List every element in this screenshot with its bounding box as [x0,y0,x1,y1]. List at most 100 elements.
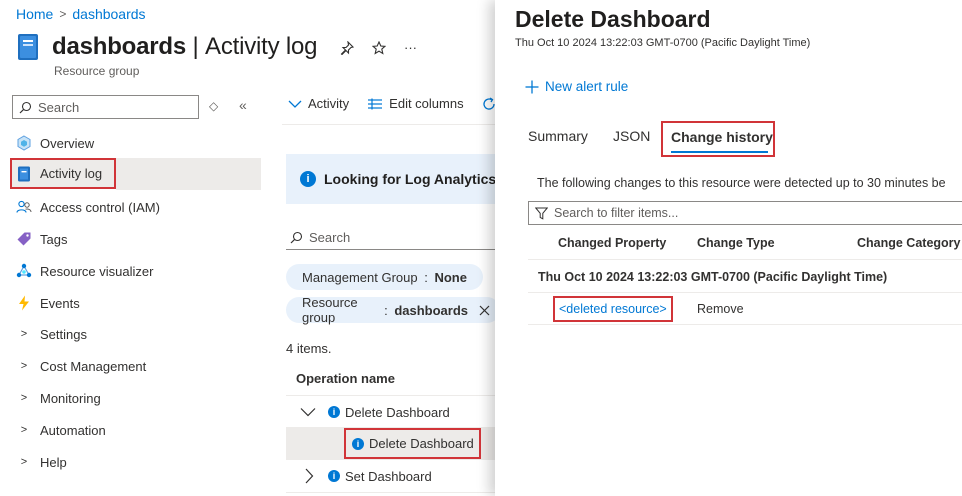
info-icon: i [328,406,340,418]
row-divider [528,292,962,293]
breadcrumb-current-link[interactable]: dashboards [72,6,145,22]
pin-icon[interactable] [340,40,354,55]
activity-button-label: Activity [308,96,350,111]
panel-timestamp: Thu Oct 10 2024 13:22:03 GMT-0700 (Pacif… [515,37,811,49]
operation-name: Delete Dashboard [369,436,474,451]
tab-json[interactable]: JSON [613,128,650,144]
table-row-selected[interactable]: i Delete Dashboard [344,428,481,459]
activity-search-input[interactable]: Search [286,226,500,250]
sidebar-item-automation[interactable]: > Automation [12,414,261,446]
new-alert-rule-button[interactable]: New alert rule [525,79,628,94]
columns-icon [367,98,383,110]
chevron-right-icon: > [20,328,28,340]
expand-collapse-icon[interactable]: ◇ [209,99,218,113]
page-title: dashboards | Activity log [52,33,318,61]
toolbar-divider [282,124,500,125]
visualizer-icon [16,263,32,279]
sidebar-item-label: Automation [40,422,106,438]
change-group-header: Thu Oct 10 2024 13:22:03 GMT-0700 (Pacif… [538,270,888,284]
chevron-right-icon[interactable] [304,468,314,484]
command-bar: Activity Edit columns [288,96,496,111]
table-row[interactable]: i Delete Dashboard [286,396,500,428]
resource-group-icon [16,33,40,61]
row-divider [286,492,500,493]
sidebar-item-help[interactable]: > Help [12,446,261,478]
sidebar-item-label: Cost Management [40,358,147,374]
sidebar-item-tags[interactable]: Tags [12,223,261,255]
selected-row-background [116,158,261,190]
page-title-resource: dashboards [52,33,187,60]
sidebar-item-overview[interactable]: Overview [12,127,261,159]
panel-title: Delete Dashboard [515,6,711,32]
info-icon: i [328,470,340,482]
breadcrumb-home-link[interactable]: Home [16,6,53,22]
collapse-menu-icon[interactable]: « [239,97,247,113]
sidebar-search-placeholder: Search [38,99,80,115]
chevron-right-icon: > [20,392,28,404]
edit-columns-label: Edit columns [389,96,464,111]
sidebar-item-label: Monitoring [40,390,101,406]
banner-text: Looking for Log Analytics? [324,171,500,187]
sidebar-item-label: Overview [40,135,95,151]
active-tab-underline [671,151,768,153]
refresh-button[interactable] [482,96,496,111]
tab-summary[interactable]: Summary [528,128,588,144]
deleted-resource-link[interactable]: <deleted resource> [553,296,673,322]
header-divider [528,259,962,260]
sidebar-item-events[interactable]: Events [12,287,261,319]
remove-filter-icon[interactable] [479,305,490,316]
change-history-description: The following changes to this resource w… [537,176,946,190]
chevron-right-icon: > [20,360,28,372]
table-row[interactable]: i Set Dashboard [286,460,500,492]
filter-key: Management Group [302,269,418,285]
column-header-change-category[interactable]: Change Category [857,236,961,250]
chevron-down-icon [288,99,302,109]
change-type-value: Remove [697,302,744,316]
sidebar-item-cost-management[interactable]: > Cost Management [12,350,261,382]
sidebar-item-settings[interactable]: > Settings [12,318,261,350]
sidebar-search-input[interactable]: Search [12,95,199,119]
page-header: dashboards | Activity log [16,33,318,61]
more-options-icon[interactable]: ··· [404,40,417,55]
filter-colon: : [380,302,392,318]
refresh-icon [482,96,496,111]
info-icon: i [352,437,364,450]
log-analytics-banner[interactable]: i Looking for Log Analytics? [286,154,500,204]
row-divider [528,324,962,325]
plus-icon [525,80,539,94]
page-subtitle: Resource group [54,64,140,78]
filter-pill-management-group[interactable]: Management Group : None [286,264,483,290]
search-icon [19,101,32,114]
tab-change-history[interactable]: Change history [661,121,775,157]
change-filter-placeholder: Search to filter items... [554,206,679,220]
info-icon: i [300,171,316,187]
tab-change-history-label: Change history [671,129,773,145]
activity-log-icon [16,166,32,182]
sidebar-item-label: Activity log [40,166,103,181]
page-title-divider: | [192,33,199,60]
column-header-changed-property[interactable]: Changed Property [558,236,666,250]
column-header-operation-name[interactable]: Operation name [296,371,395,386]
sidebar-item-monitoring[interactable]: > Monitoring [12,382,261,414]
activity-button[interactable]: Activity [288,96,349,111]
activity-search-placeholder: Search [309,230,351,245]
change-filter-input[interactable]: Search to filter items... [528,201,962,225]
column-header-change-type[interactable]: Change Type [697,236,775,250]
filter-key: Resource group [302,295,358,325]
filter-colon: : [420,269,432,285]
chevron-right-icon: > [20,456,28,468]
chevron-down-icon[interactable] [300,407,316,417]
edit-columns-button[interactable]: Edit columns [367,96,464,111]
filter-pill-resource-group[interactable]: Resource group : dashboards [286,295,500,325]
sidebar-item-access-control[interactable]: Access control (IAM) [12,191,261,223]
sidebar-item-label: Resource visualizer [40,263,154,279]
operation-name: Set Dashboard [345,468,432,484]
sidebar-item-label: Tags [40,231,68,247]
favorite-star-icon[interactable] [372,40,386,55]
search-icon [290,231,303,244]
sidebar-item-label: Settings [40,326,87,342]
operation-name: Delete Dashboard [345,404,450,420]
sidebar-item-activity-log[interactable]: Activity log [10,158,116,189]
sidebar-item-resource-visualizer[interactable]: Resource visualizer [12,255,261,287]
new-alert-rule-label: New alert rule [545,79,629,94]
